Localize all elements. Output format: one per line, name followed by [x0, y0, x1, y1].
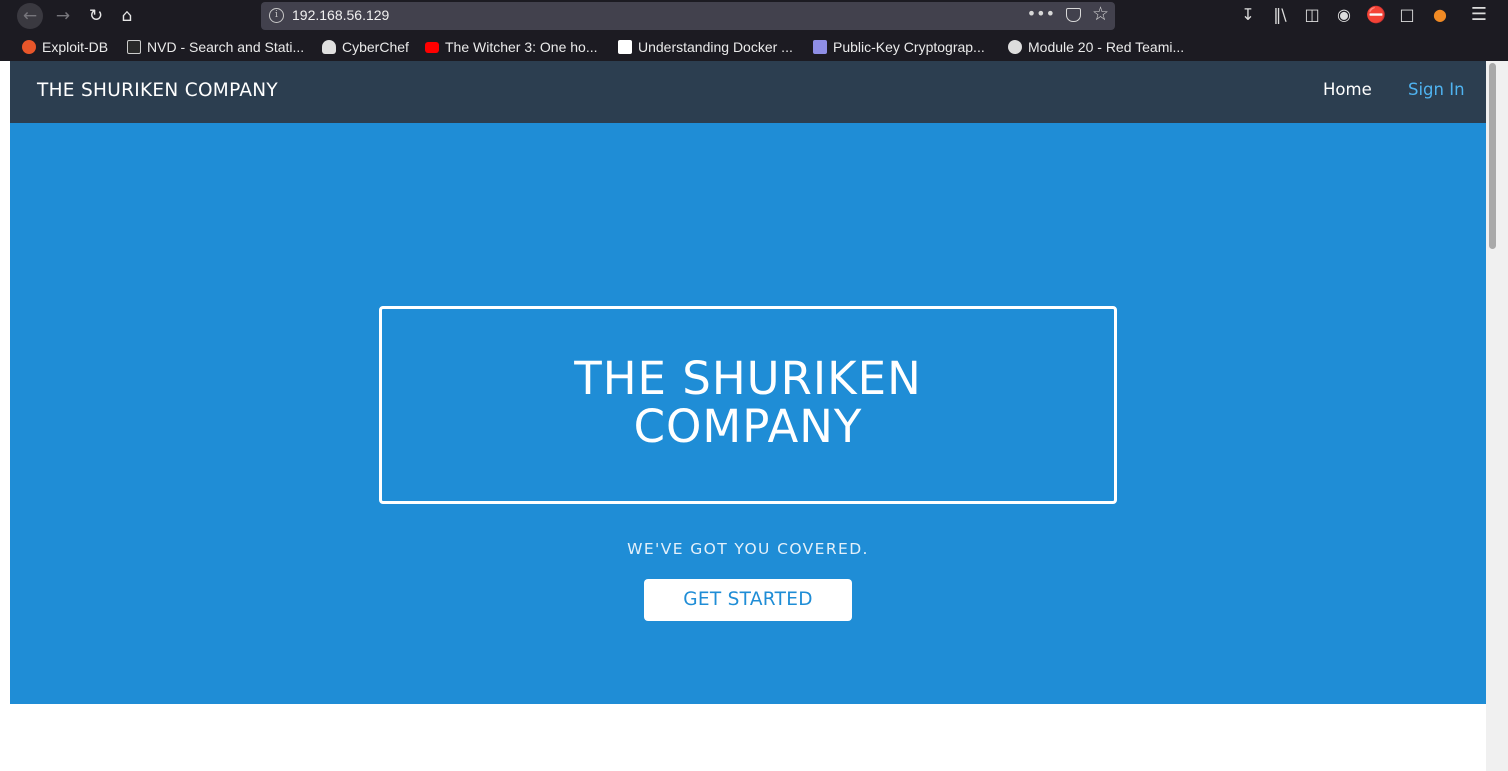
bookmark-label: Public-Key Cryptograp... — [833, 39, 985, 55]
extension-shield-icon[interactable]: ⛔ — [1366, 5, 1386, 25]
bookmark-label: Module 20 - Red Teami... — [1028, 39, 1185, 55]
reload-icon[interactable]: ↻ — [83, 3, 109, 29]
pocket-icon[interactable] — [1066, 8, 1081, 22]
module-icon — [1008, 40, 1022, 54]
hero-section: THE SHURIKEN COMPANY WE'VE GOT YOU COVER… — [10, 123, 1486, 704]
sidebar-icon[interactable]: ◫ — [1302, 5, 1322, 25]
bookmark-star-icon[interactable]: ☆ — [1092, 3, 1109, 25]
bookmark-understanding-docker[interactable]: Understanding Docker ... — [618, 37, 793, 57]
bookmark-label: Exploit-DB — [42, 39, 109, 55]
hero-title-box: THE SHURIKEN COMPANY — [379, 306, 1117, 504]
bookmark-label: CyberChef — [342, 39, 409, 55]
hero-title-line-1: THE SHURIKEN — [574, 352, 922, 405]
bookmark-cyberchef[interactable]: CyberChef — [322, 37, 409, 57]
nvd-icon — [127, 40, 141, 54]
hero-title: THE SHURIKEN COMPANY — [382, 355, 1114, 451]
graduation-cap-icon — [813, 40, 827, 54]
url-text[interactable]: 192.168.56.129 — [292, 7, 389, 23]
hero-title-line-2: COMPANY — [633, 400, 863, 453]
bookmark-public-key-cryptography[interactable]: Public-Key Cryptograp... — [813, 37, 985, 57]
get-started-button[interactable]: GET STARTED — [644, 579, 852, 621]
downloads-icon[interactable]: ↧ — [1238, 5, 1258, 25]
nav-home-link[interactable]: Home — [1323, 80, 1372, 99]
back-arrow-icon[interactable]: ← — [17, 3, 43, 29]
home-icon[interactable]: ⌂ — [114, 3, 140, 29]
address-bar[interactable]: i 192.168.56.129 ••• ☆ — [261, 2, 1115, 30]
site-brand[interactable]: THE SHURIKEN COMPANY — [37, 80, 278, 101]
cyberchef-icon — [322, 40, 336, 54]
docker-article-icon — [618, 40, 632, 54]
nav-sign-in-link[interactable]: Sign In — [1408, 80, 1465, 99]
site-info-icon[interactable]: i — [269, 8, 284, 23]
bookmarks-bar: Exploit-DB NVD - Search and Stati... Cyb… — [0, 32, 1508, 61]
bookmark-nvd[interactable]: NVD - Search and Stati... — [127, 37, 304, 57]
hero-tagline: WE'VE GOT YOU COVERED. — [627, 540, 869, 558]
page-scrollbar[interactable] — [1486, 61, 1508, 771]
web-page: THE SHURIKEN COMPANY Home Sign In THE SH… — [10, 61, 1486, 771]
exploit-db-icon — [22, 40, 36, 54]
account-icon[interactable]: ◉ — [1334, 5, 1354, 25]
scrollbar-thumb[interactable] — [1489, 63, 1496, 249]
bookmark-label: NVD - Search and Stati... — [147, 39, 305, 55]
bookmark-label: The Witcher 3: One ho... — [445, 39, 598, 55]
forward-arrow-icon[interactable]: → — [50, 3, 76, 29]
container-icon[interactable]: □ — [1397, 5, 1417, 25]
menu-icon[interactable]: ☰ — [1469, 5, 1489, 25]
site-navbar: THE SHURIKEN COMPANY Home Sign In — [10, 61, 1486, 123]
page-actions-icon[interactable]: ••• — [1027, 4, 1055, 23]
bookmark-label: Understanding Docker ... — [638, 39, 793, 55]
library-icon[interactable]: ‖\ — [1270, 5, 1290, 25]
youtube-icon — [425, 41, 439, 53]
browser-toolbar: ← → ↻ ⌂ i 192.168.56.129 ••• ☆ ↧ ‖\ ◫ ◉ … — [0, 0, 1508, 32]
bookmark-exploit-db[interactable]: Exploit-DB — [22, 37, 108, 57]
bookmark-module-20[interactable]: Module 20 - Red Teami... — [1008, 37, 1184, 57]
extension-fox-icon[interactable]: ● — [1430, 5, 1450, 25]
bookmark-witcher-youtube[interactable]: The Witcher 3: One ho... — [425, 37, 598, 57]
